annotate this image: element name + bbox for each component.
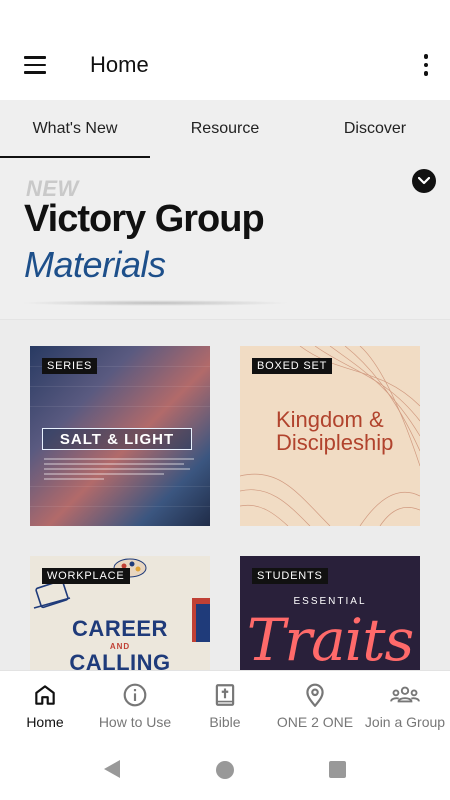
tab-whats-new[interactable]: What's New <box>0 100 150 158</box>
card-career-and-calling[interactable]: WORKPLACE CAREER AND CALLING <box>30 556 210 670</box>
card-tag: SERIES <box>42 358 98 374</box>
nav-bible[interactable]: Bible <box>180 671 270 740</box>
back-triangle-icon[interactable] <box>103 759 121 779</box>
nav-label: ONE 2 ONE <box>276 713 354 730</box>
main-content[interactable]: NEW Victory Group Materials SERIES SALT … <box>0 158 450 670</box>
home-icon <box>35 684 55 705</box>
banner-subtitle: Materials <box>24 244 166 285</box>
card-fine-print <box>44 458 194 483</box>
page-title: Home <box>90 52 149 77</box>
recent-apps-square-icon[interactable] <box>329 761 346 778</box>
location-pin-icon <box>306 683 324 707</box>
more-options-icon[interactable] <box>416 50 436 80</box>
nav-one-2-one[interactable]: ONE 2 ONE <box>270 671 360 740</box>
tab-resource[interactable]: Resource <box>150 100 300 158</box>
nav-home[interactable]: Home <box>0 671 90 740</box>
card-tag: STUDENTS <box>252 568 328 584</box>
system-navigation-bar <box>0 740 450 800</box>
chevron-down-icon[interactable] <box>412 169 436 193</box>
victory-group-banner[interactable]: NEW Victory Group Materials <box>0 158 450 320</box>
bible-icon <box>215 683 235 706</box>
card-title: Traits <box>246 606 415 670</box>
nav-how-to-use[interactable]: How to Use <box>90 671 180 740</box>
nav-label: Bible <box>209 713 241 730</box>
card-title: SALT & LIGHT <box>42 428 192 450</box>
card-essential-traits[interactable]: STUDENTS ESSENTIAL Traits <box>240 556 420 670</box>
info-icon <box>123 683 147 706</box>
home-circle-icon[interactable] <box>216 761 234 779</box>
bottom-navigation: Home How to Use Bible ONE 2 ONE Join a G… <box>0 670 450 740</box>
card-tag: WORKPLACE <box>42 568 130 584</box>
hamburger-menu-icon[interactable] <box>14 47 56 83</box>
nav-label: Join a Group <box>364 713 446 730</box>
card-title-line-1: CAREER <box>72 616 168 641</box>
nav-join-a-group[interactable]: Join a Group <box>360 671 450 740</box>
tab-discover[interactable]: Discover <box>300 100 450 158</box>
status-bar <box>0 0 450 30</box>
group-icon <box>390 686 420 702</box>
card-title-line-2: CALLING <box>69 650 171 671</box>
banner-title: Victory Group <box>24 198 265 240</box>
app-bar: Home <box>0 30 450 100</box>
card-kingdom-and-discipleship[interactable]: BOXED SET Kingdom & Discipleship <box>240 346 420 526</box>
card-title-line-1: Kingdom & <box>276 407 384 432</box>
card-title-line-2: Discipleship <box>276 430 394 456</box>
nav-label: Home <box>26 713 64 730</box>
card-salt-and-light[interactable]: SERIES SALT & LIGHT <box>30 346 210 526</box>
card-title: Kingdom & Discipleship <box>276 408 393 454</box>
tab-bar: What's New Resource Discover <box>0 100 450 158</box>
banner-shadow <box>20 300 290 306</box>
card-tag: BOXED SET <box>252 358 333 374</box>
nav-label: How to Use <box>98 713 172 730</box>
